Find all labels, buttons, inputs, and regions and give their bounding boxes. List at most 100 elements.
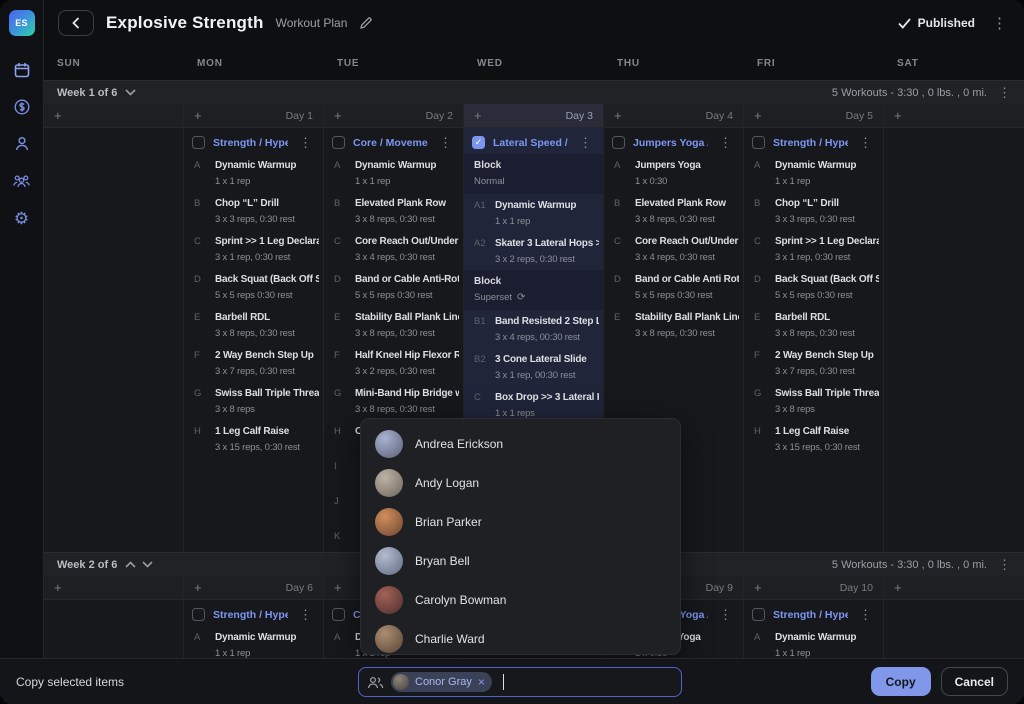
- exercise-detail: 1 x 1 rep: [215, 175, 319, 188]
- exercise-row[interactable]: GMini-Band Hip Bridge w/ ...3 x 8 reps, …: [324, 382, 463, 420]
- workout-title[interactable]: Strength / Hypertro...: [773, 609, 848, 621]
- athlete-icon[interactable]: [10, 132, 34, 156]
- workout-menu-icon[interactable]: ⋮: [296, 135, 315, 151]
- exercise-row[interactable]: GSwiss Ball Triple Threat3 x 8 reps: [744, 382, 883, 420]
- athlete-search-input[interactable]: Conor Gray ×: [358, 667, 682, 697]
- check-icon: [898, 18, 911, 29]
- exercise-row[interactable]: ADynamic Warmup1 x 1 rep: [324, 154, 463, 192]
- workout-title[interactable]: Core / Movement Q...: [353, 137, 428, 149]
- exercise-row[interactable]: B23 Cone Lateral Slide3 x 1 rep, 00:30 r…: [464, 348, 603, 386]
- exercise-row[interactable]: EStability Ball Plank Linear ...3 x 8 re…: [604, 306, 743, 344]
- move-week-2-up-icon[interactable]: [125, 561, 136, 568]
- exercise-name: Box Drop >> 3 Lateral H...: [495, 391, 599, 404]
- person-list-item[interactable]: Bryan Bell: [361, 541, 680, 580]
- add-workout-button[interactable]: +: [194, 108, 202, 123]
- person-list-item[interactable]: Brian Parker: [361, 502, 680, 541]
- cancel-button[interactable]: Cancel: [941, 667, 1008, 696]
- add-workout-button[interactable]: +: [894, 108, 902, 123]
- workout-checkbox[interactable]: [752, 136, 765, 149]
- exercise-row[interactable]: BChop “L” Drill3 x 3 reps, 0:30 rest: [744, 192, 883, 230]
- exercise-row[interactable]: GSwiss Ball Triple Threat3 x 8 reps: [184, 382, 323, 420]
- exercise-detail: 1 x 1 rep: [495, 215, 599, 228]
- collapse-week-1-icon[interactable]: [125, 89, 136, 96]
- add-workout-button[interactable]: +: [54, 580, 62, 595]
- exercise-name: Swiss Ball Triple Threat: [215, 387, 319, 400]
- exercise-row[interactable]: F2 Way Bench Step Up3 x 7 reps, 0:30 res…: [184, 344, 323, 382]
- add-workout-button[interactable]: +: [894, 580, 902, 595]
- exercise-row[interactable]: BElevated Plank Row3 x 8 reps, 0:30 rest: [324, 192, 463, 230]
- workout-checkbox[interactable]: [332, 608, 345, 621]
- workout-checkbox[interactable]: ✓: [472, 136, 485, 149]
- plan-menu-icon[interactable]: ⋮: [989, 14, 1010, 32]
- workout-title[interactable]: Jumpers Yoga / Core: [633, 137, 708, 149]
- copy-button[interactable]: Copy: [871, 667, 931, 696]
- workout-checkbox[interactable]: [752, 608, 765, 621]
- exercise-row[interactable]: DBack Squat (Back Off Set)5 x 5 reps 0:3…: [744, 268, 883, 306]
- remove-athlete-icon[interactable]: ×: [478, 676, 485, 688]
- workout-checkbox[interactable]: [612, 136, 625, 149]
- app-logo[interactable]: ES: [9, 10, 35, 36]
- exercise-row[interactable]: H1 Leg Calf Raise3 x 15 reps, 0:30 rest: [744, 420, 883, 458]
- add-workout-button[interactable]: +: [54, 108, 62, 123]
- workout-title[interactable]: Lateral Speed / Plyo: [493, 137, 568, 149]
- add-workout-button[interactable]: +: [194, 580, 202, 595]
- workout-checkbox[interactable]: [332, 136, 345, 149]
- exercise-row[interactable]: AJumpers Yoga1 x 0:30: [604, 154, 743, 192]
- exercise-row[interactable]: ADynamic Warmup1 x 1 rep: [744, 154, 883, 192]
- exercise-row[interactable]: BChop “L” Drill3 x 3 reps, 0:30 rest: [184, 192, 323, 230]
- add-workout-button[interactable]: +: [754, 108, 762, 123]
- workout-title[interactable]: Strength / Hypertro...: [213, 137, 288, 149]
- exercise-row[interactable]: A2Skater 3 Lateral Hops >> ...3 x 2 reps…: [464, 232, 603, 270]
- edit-title-icon[interactable]: [359, 16, 373, 30]
- exercise-row[interactable]: B1Band Resisted 2 Step Late...3 x 4 reps…: [464, 310, 603, 348]
- exercise-row[interactable]: BElevated Plank Row3 x 8 reps, 0:30 rest: [604, 192, 743, 230]
- exercise-row[interactable]: CCore Reach Out/Under3 x 4 reps, 0:30 re…: [604, 230, 743, 268]
- workout-menu-icon[interactable]: ⋮: [716, 607, 735, 623]
- exercise-row[interactable]: H1 Leg Calf Raise3 x 15 reps, 0:30 rest: [184, 420, 323, 458]
- exercise-row[interactable]: CSprint >> 1 Leg Declarations3 x 1 rep, …: [184, 230, 323, 268]
- week-2-menu-icon[interactable]: ⋮: [995, 557, 1014, 573]
- calendar-icon[interactable]: [10, 58, 34, 82]
- workout-menu-icon[interactable]: ⋮: [856, 607, 875, 623]
- exercise-detail: 3 x 8 reps: [215, 403, 319, 416]
- workout-menu-icon[interactable]: ⋮: [436, 135, 455, 151]
- workout-menu-icon[interactable]: ⋮: [856, 135, 875, 151]
- cycle-icon: ⟳: [517, 291, 525, 304]
- collapse-week-2-icon[interactable]: [142, 561, 153, 568]
- exercise-row[interactable]: DBand or Cable Anti-Rotati...5 x 5 reps …: [324, 268, 463, 306]
- workout-card: Strength / Hypertro...⋮ADynamic Warmup1 …: [744, 600, 883, 664]
- exercise-row[interactable]: EBarbell RDL3 x 8 reps, 0:30 rest: [184, 306, 323, 344]
- add-workout-button[interactable]: +: [754, 580, 762, 595]
- week-1-menu-icon[interactable]: ⋮: [995, 85, 1014, 101]
- exercise-row[interactable]: EBarbell RDL3 x 8 reps, 0:30 rest: [744, 306, 883, 344]
- exercise-row[interactable]: FHalf Kneel Hip Flexor Rais...3 x 2 reps…: [324, 344, 463, 382]
- workout-checkbox[interactable]: [192, 608, 205, 621]
- back-button[interactable]: [58, 10, 94, 36]
- exercise-row[interactable]: CSprint >> 1 Leg Declarations3 x 1 rep, …: [744, 230, 883, 268]
- exercise-row[interactable]: DBand or Cable Anti Rotati...5 x 5 reps …: [604, 268, 743, 306]
- person-list-item[interactable]: Andy Logan: [361, 463, 680, 502]
- add-workout-button[interactable]: +: [334, 580, 342, 595]
- add-workout-button[interactable]: +: [334, 108, 342, 123]
- workout-title[interactable]: Strength / Hypertro...: [213, 609, 288, 621]
- add-workout-button[interactable]: +: [614, 108, 622, 123]
- exercise-row[interactable]: F2 Way Bench Step Up3 x 7 reps, 0:30 res…: [744, 344, 883, 382]
- exercise-row[interactable]: DBack Squat (Back Off Set)5 x 5 reps 0:3…: [184, 268, 323, 306]
- payments-icon[interactable]: [10, 95, 34, 119]
- person-list-item[interactable]: Andrea Erickson: [361, 424, 680, 463]
- workout-menu-icon[interactable]: ⋮: [576, 135, 595, 151]
- workout-checkbox[interactable]: [192, 136, 205, 149]
- person-list-item[interactable]: Carolyn Bowman: [361, 580, 680, 619]
- exercise-row[interactable]: A1Dynamic Warmup1 x 1 rep: [464, 194, 603, 232]
- settings-gear-icon[interactable]: ⚙︎: [10, 206, 34, 230]
- teams-icon[interactable]: [10, 169, 34, 193]
- exercise-row[interactable]: CCore Reach Out/Under3 x 4 reps, 0:30 re…: [324, 230, 463, 268]
- workout-menu-icon[interactable]: ⋮: [296, 607, 315, 623]
- workout-menu-icon[interactable]: ⋮: [716, 135, 735, 151]
- workout-title[interactable]: Strength / Hypertro...: [773, 137, 848, 149]
- person-list-item[interactable]: Charlie Ward: [361, 619, 680, 655]
- exercise-row[interactable]: ADynamic Warmup1 x 1 rep: [184, 154, 323, 192]
- exercise-row[interactable]: EStability Ball Plank Linear ...3 x 8 re…: [324, 306, 463, 344]
- add-workout-button[interactable]: +: [474, 108, 482, 123]
- exercise-letter: A: [614, 159, 635, 188]
